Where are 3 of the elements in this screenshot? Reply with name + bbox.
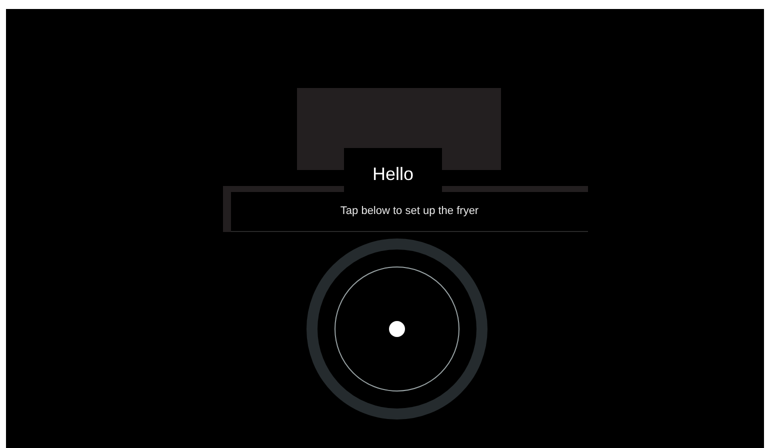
greeting-title: Hello: [372, 164, 414, 184]
instruction-text: Tap below to set up the fryer: [339, 205, 480, 217]
setup-dial-button[interactable]: [306, 238, 488, 420]
